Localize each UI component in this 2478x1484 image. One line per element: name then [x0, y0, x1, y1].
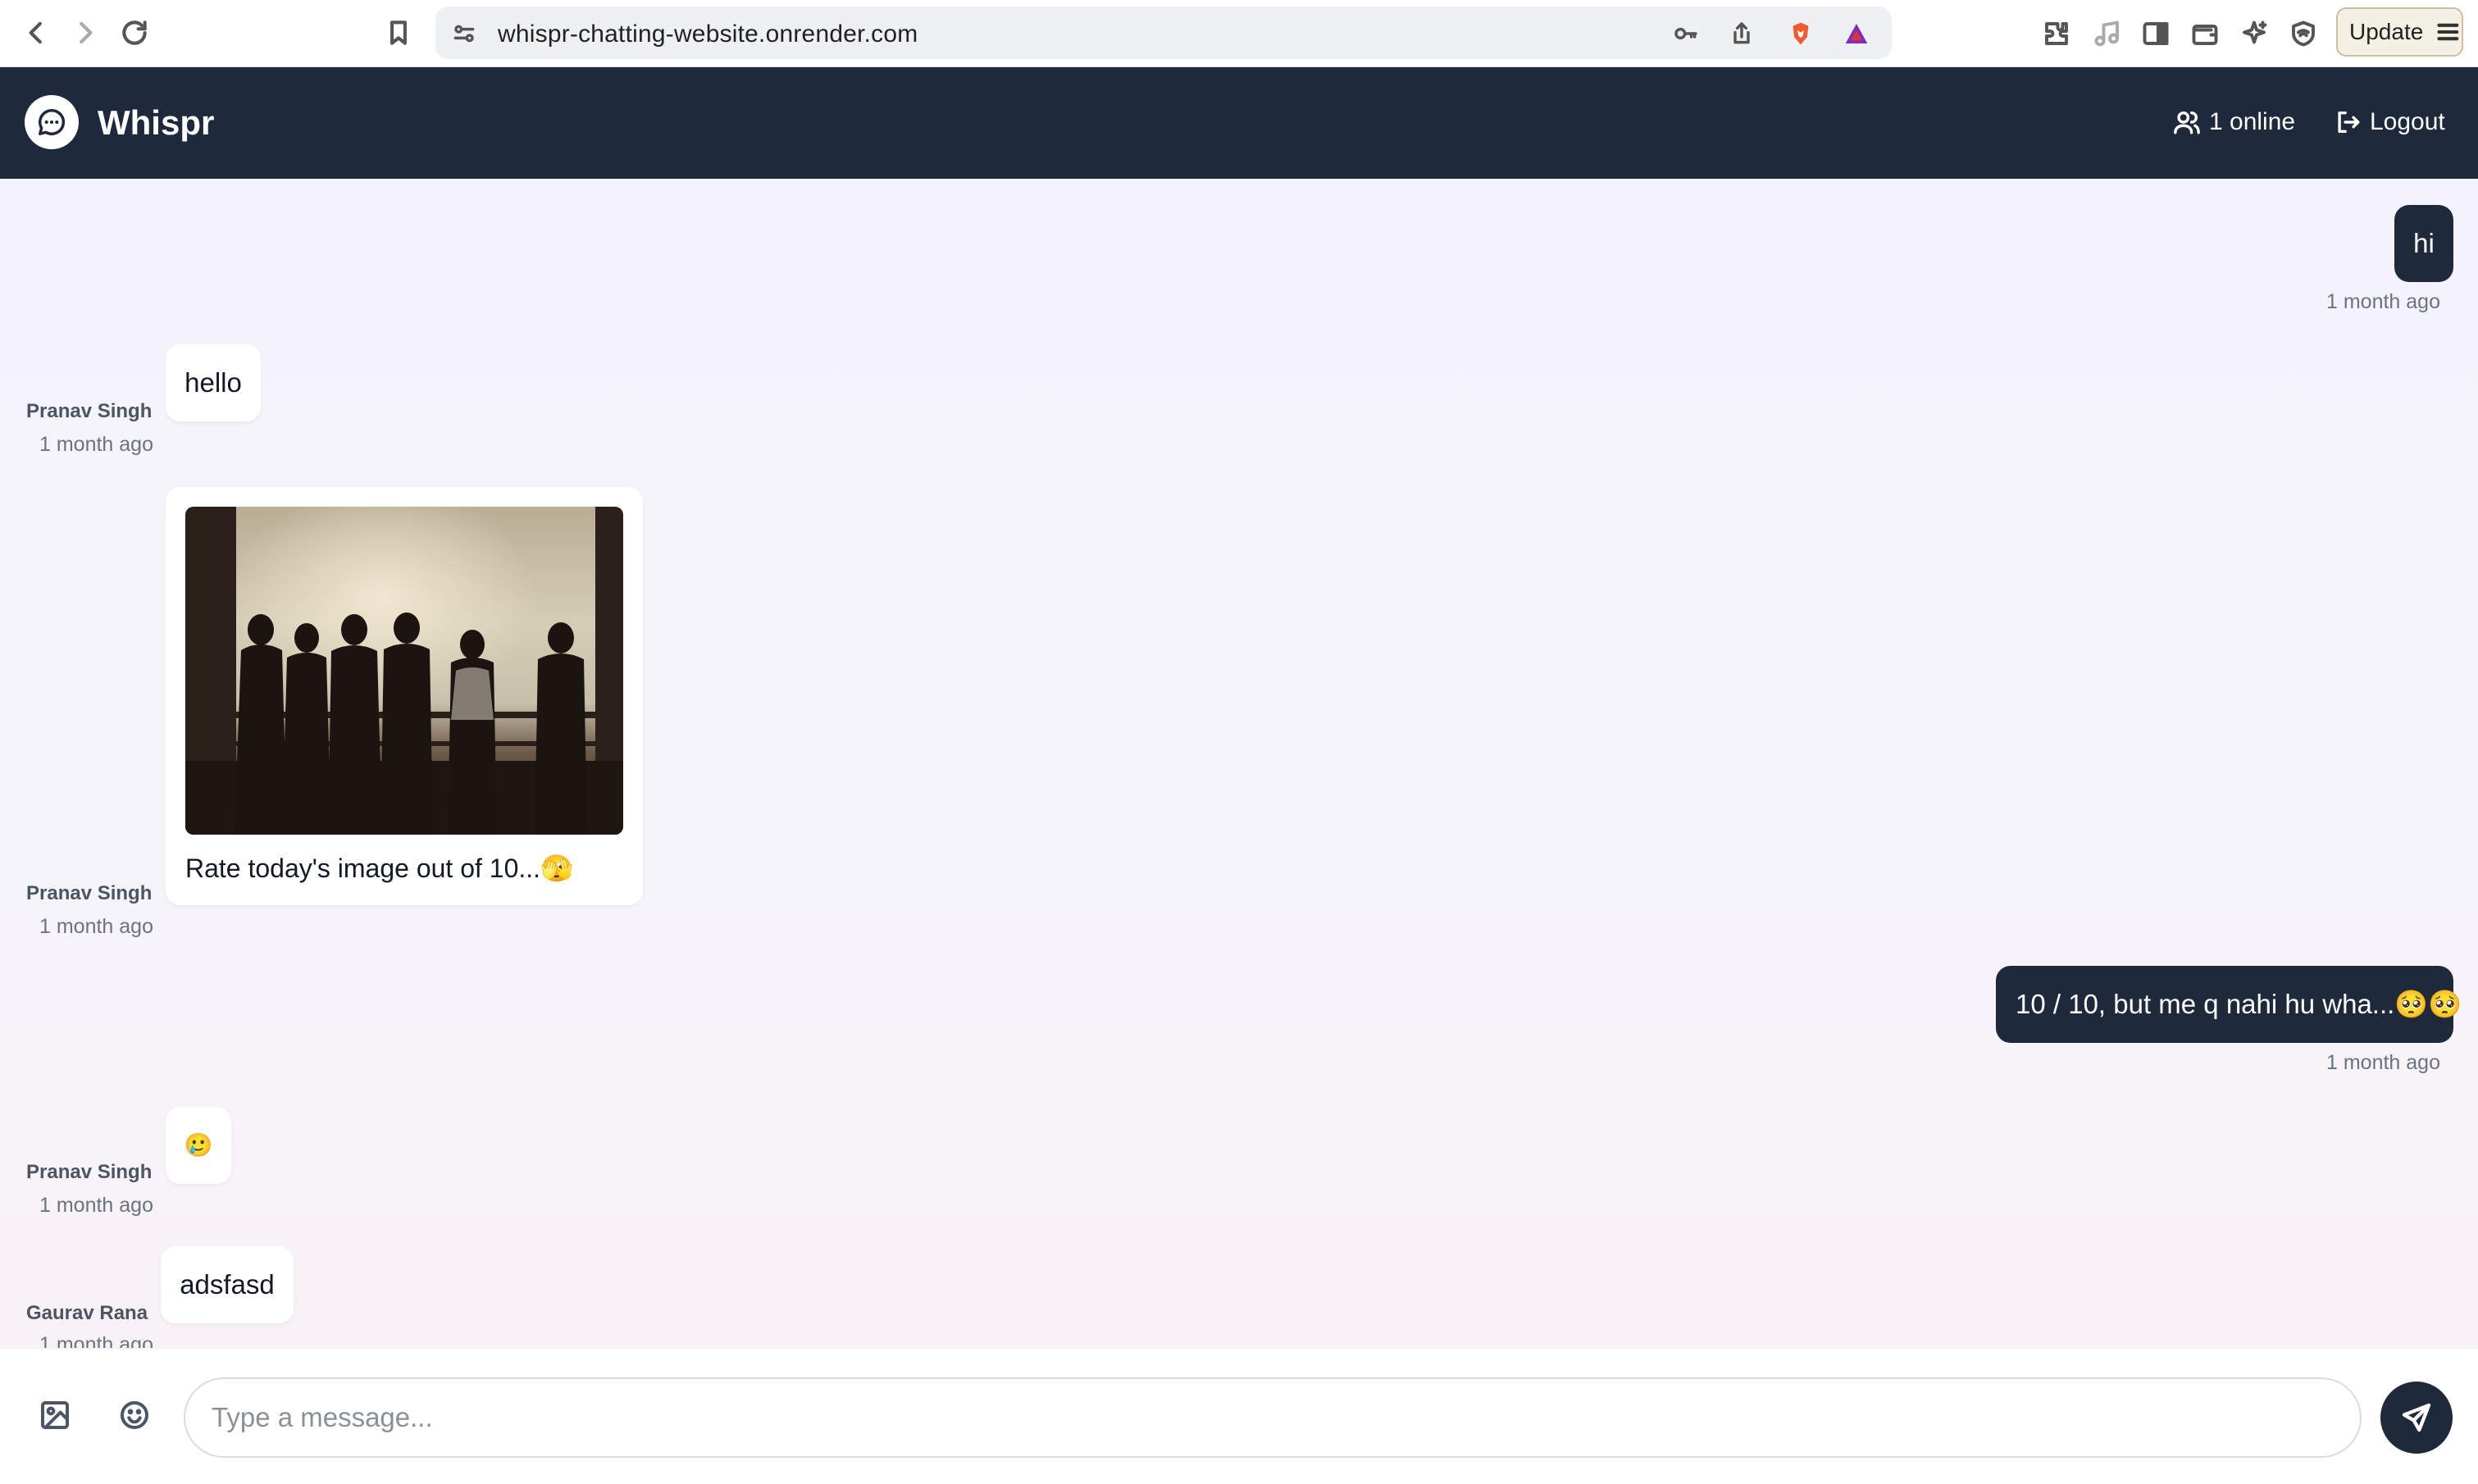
logout-button[interactable]: Logout [2334, 108, 2445, 136]
message-text: hello [184, 367, 242, 398]
message-timestamp: 1 month ago [39, 915, 153, 938]
message-bubble-outgoing[interactable]: hi [2394, 205, 2453, 282]
message-sender: Pranav Singh [26, 1161, 153, 1183]
password-key-icon[interactable] [1670, 18, 1701, 49]
message-list[interactable]: hi 1 month ago hello Pranav Singh 1 mont… [0, 179, 2478, 1348]
online-count: 1 online [2209, 108, 2296, 135]
sidebar-icon[interactable] [2139, 16, 2173, 51]
logout-icon [2338, 111, 2360, 134]
app-header: Whispr 1 online Logout [0, 67, 2478, 179]
message-bubble-incoming[interactable]: 🥲 [166, 1107, 231, 1184]
forward-icon[interactable] [66, 13, 105, 52]
back-icon[interactable] [16, 13, 56, 52]
online-users-indicator[interactable]: 1 online [2173, 108, 2295, 136]
browser-toolbar: whispr-chatting-website.onrender.com Upd… [0, 0, 2478, 67]
message-composer [0, 1348, 2478, 1484]
brave-rewards-icon[interactable] [1841, 18, 1872, 49]
message-bubble-outgoing[interactable]: 10 / 10, but me q nahi hu wha...🥺🥺 [1996, 966, 2462, 1043]
wallet-icon[interactable] [2188, 16, 2222, 51]
address-bar[interactable]: whispr-chatting-website.onrender.com [435, 7, 1892, 59]
media-icon[interactable] [2090, 16, 2125, 51]
message-timestamp: 1 month ago [39, 1194, 153, 1217]
logout-label: Logout [2370, 108, 2445, 135]
reload-icon[interactable] [115, 13, 154, 52]
shared-photo[interactable] [185, 507, 623, 835]
extensions-icon[interactable] [2039, 16, 2074, 51]
image-caption: Rate today's image out of 10...🫣 [185, 854, 573, 883]
menu-icon [2437, 23, 2459, 41]
app-title: Whispr [98, 103, 215, 142]
message-timestamp: 1 month ago [39, 433, 153, 456]
vpn-icon[interactable] [2286, 16, 2321, 51]
chat-bubble-icon [39, 109, 66, 135]
message-bubble-image[interactable]: Rate today's image out of 10...🫣 [166, 487, 643, 905]
brave-shields-icon[interactable] [1785, 18, 1816, 49]
image-upload-icon[interactable] [34, 1395, 75, 1436]
bookmark-icon[interactable] [379, 13, 418, 52]
message-text: 🥲 [184, 1132, 213, 1159]
message-bubble-incoming[interactable]: hello [166, 344, 261, 421]
message-sender: Pranav Singh [26, 882, 153, 904]
update-label: Update [2349, 19, 2424, 44]
message-sender: Gaurav Rana [26, 1302, 148, 1324]
message-text: adsfasd [180, 1269, 275, 1300]
send-icon [2402, 1403, 2431, 1432]
message-text: hi [2413, 228, 2435, 259]
app-logo [25, 95, 79, 149]
update-button[interactable]: Update [2336, 7, 2463, 57]
url-text[interactable]: whispr-chatting-website.onrender.com [498, 20, 918, 48]
emoji-picker-icon[interactable] [114, 1395, 155, 1436]
message-text: 10 / 10, but me q nahi hu wha...🥺🥺 [2016, 989, 2462, 1020]
message-bubble-incoming[interactable]: adsfasd [161, 1246, 294, 1323]
message-timestamp: 1 month ago [2326, 290, 2440, 313]
leo-ai-icon[interactable] [2237, 16, 2271, 51]
site-settings-icon[interactable] [449, 18, 480, 49]
send-button[interactable] [2380, 1382, 2453, 1454]
message-sender: Pranav Singh [26, 400, 153, 422]
users-icon [2174, 111, 2200, 134]
message-input[interactable] [184, 1377, 2362, 1458]
message-timestamp: 1 month ago [2326, 1051, 2440, 1074]
share-icon[interactable] [1726, 18, 1757, 49]
message-timestamp: 1 month ago [39, 1333, 153, 1348]
